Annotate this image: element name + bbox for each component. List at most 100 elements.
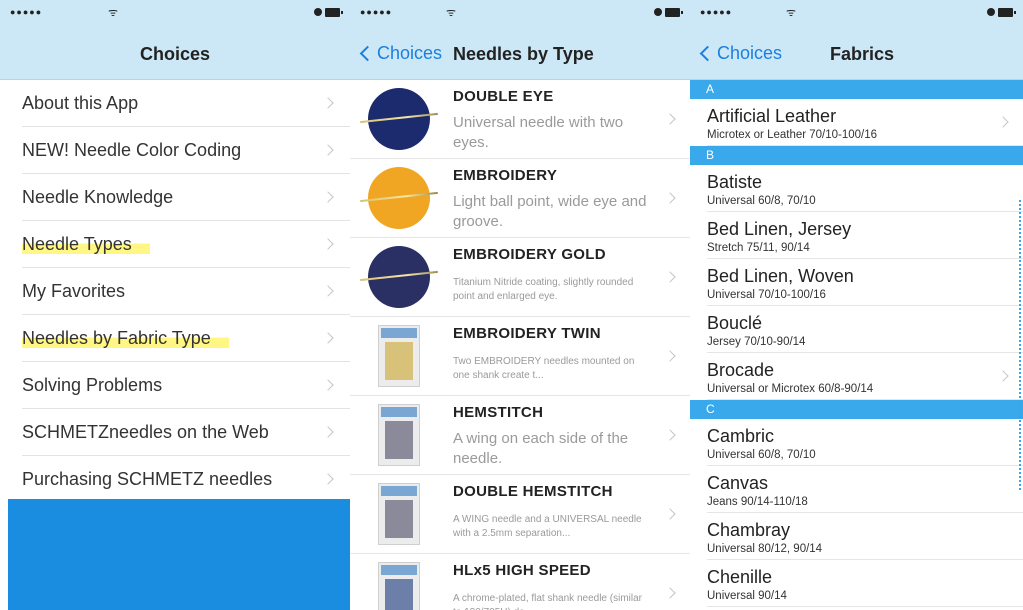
page-title: Needles by Type (453, 44, 594, 64)
pack-body (385, 342, 413, 380)
menu-item-needle-knowledge[interactable]: Needle Knowledge (22, 174, 350, 221)
fabric-name: Batiste (707, 172, 763, 192)
menu-item-label: NEW! Needle Color Coding (22, 139, 242, 160)
chevron-right-icon (997, 116, 1009, 128)
fabric-row-bed-linen-jersey[interactable]: Bed Linen, Jersey Stretch 75/11, 90/14 (707, 212, 1023, 259)
menu-item-label: SCHMETZneedles on the Web (22, 421, 269, 442)
needle-description: Two EMBROIDERY needles mounted on one sh… (453, 356, 635, 381)
needle-row[interactable]: DOUBLE HEMSTITCH A WING needle and a UNIV… (350, 475, 690, 554)
needle-row[interactable]: EMBROIDERY TWIN Two EMBROIDERY needles mo… (350, 317, 690, 396)
needle-description: A WING needle and a UNIVERSAL needle wit… (453, 514, 642, 539)
needle-row[interactable]: EMBROIDERY GOLD Titanium Nitride coating,… (350, 238, 690, 317)
fabric-name: Canvas (707, 473, 769, 493)
wifi-icon: ᯤ (108, 7, 119, 19)
section-header: A (690, 80, 1023, 99)
nav-bar: Choices Needles by Type (350, 25, 690, 80)
menu-item-schmetzneedles-on-the-web[interactable]: SCHMETZneedles on the Web (22, 409, 350, 456)
needle-thumbnail (368, 325, 430, 387)
fabric-row-canvas[interactable]: Canvas Jeans 90/14-110/18 (707, 466, 1023, 513)
fabric-needle-recommendation: Jersey 70/10-90/14 (707, 336, 806, 348)
fabric-row-chambray[interactable]: Chambray Universal 80/12, 90/14 (707, 513, 1023, 560)
fabric-needle-recommendation: Universal 60/8, 70/10 (707, 195, 816, 207)
menu-item-label: About this App (22, 92, 139, 113)
back-button[interactable]: Choices (698, 43, 782, 64)
fabric-row-bed-linen-woven[interactable]: Bed Linen, Woven Universal 70/10-100/16 (707, 259, 1023, 306)
needle-shape (360, 270, 438, 282)
fabric-needle-recommendation: Universal 70/10-100/16 (707, 289, 826, 301)
menu-item-label: Needles by Fabric Type (22, 327, 229, 349)
signal-icon: ●●●●● (700, 7, 733, 17)
page-title: Choices (139, 44, 211, 64)
page-title: Fabrics (830, 44, 895, 64)
needle-row[interactable]: HEMSTITCH A wing on each side of the need… (350, 396, 690, 475)
needle-description: Light ball point, wide eye and groove. (453, 193, 647, 230)
chevron-right-icon (664, 192, 676, 204)
pack-band (381, 407, 417, 417)
needle-title: HLx5 HIGH SPEED (453, 562, 591, 579)
needle-image (360, 167, 438, 229)
needle-title: DOUBLE EYE (453, 88, 554, 105)
menu-item-about-this-app[interactable]: About this App (22, 80, 350, 127)
needle-row[interactable]: HLx5 HIGH SPEED A chrome-plated, flat sha… (350, 554, 690, 610)
battery-icon (987, 8, 1016, 17)
needle-title: HEMSTITCH (453, 404, 544, 421)
needle-image (360, 88, 438, 150)
fabric-row-boucl[interactable]: Bouclé Jersey 70/10-90/14 (707, 306, 1023, 353)
fabric-needle-recommendation: Stretch 75/11, 90/14 (707, 242, 810, 254)
needle-thumbnail (368, 483, 430, 545)
fabric-row-cambric[interactable]: Cambric Universal 60/8, 70/10 (707, 419, 1023, 466)
needle-shape (360, 112, 438, 124)
fabric-name: Bouclé (707, 313, 763, 333)
status-bar: ●●●●● ᯤ (0, 0, 350, 25)
menu-item-solving-problems[interactable]: Solving Problems (22, 362, 350, 409)
needle-shape (360, 191, 438, 203)
chevron-right-icon (322, 332, 334, 344)
needle-row[interactable]: EMBROIDERY Light ball point, wide eye and… (350, 159, 690, 238)
needle-description: A chrome-plated, flat shank needle (simi… (453, 593, 642, 610)
fabric-name: Cambric (707, 426, 775, 446)
menu-item-needles-by-fabric-type[interactable]: Needles by Fabric Type (22, 315, 350, 362)
fabric-row-batiste[interactable]: Batiste Universal 60/8, 70/10 (707, 165, 1023, 212)
chevron-right-icon (664, 271, 676, 283)
section-header: C (690, 400, 1023, 419)
menu-item-label: Needle Types (22, 233, 150, 255)
pack-body (385, 421, 413, 459)
battery-icon (654, 8, 683, 17)
fabric-name: Chambray (707, 520, 791, 540)
menu-item-needle-types[interactable]: Needle Types (22, 221, 350, 268)
needle-description: Universal needle with two eyes. (453, 114, 624, 151)
section-index[interactable] (1019, 200, 1022, 490)
menu-item-purchasing-schmetz-needles[interactable]: Purchasing SCHMETZ needles (22, 456, 350, 503)
pack-band (381, 565, 417, 575)
nav-bar: Choices (0, 25, 350, 80)
pack-band (381, 486, 417, 496)
fabric-row-chenille[interactable]: Chenille Universal 90/14 (707, 560, 1023, 607)
needle-description: Titanium Nitride coating, slightly round… (453, 277, 634, 302)
fabric-name: Chenille (707, 567, 773, 587)
wifi-icon: ᯤ (446, 7, 457, 19)
chevron-right-icon (664, 508, 676, 520)
chevron-right-icon (664, 587, 676, 599)
section-header: B (690, 146, 1023, 165)
menu-item-my-favorites[interactable]: My Favorites (22, 268, 350, 315)
fabrics-screen: ●●●●● ᯤ Choices Fabrics A Artificial Leat… (690, 0, 1023, 610)
needle-pack-image (378, 483, 420, 545)
menu-item-new-needle-color-coding[interactable]: NEW! Needle Color Coding (22, 127, 350, 174)
needle-list: DOUBLE EYE Universal needle with two eyes… (350, 80, 690, 610)
fabric-list: A Artificial Leather Microtex or Leather 7… (690, 80, 1023, 607)
needle-pack-image (378, 562, 420, 610)
needle-row[interactable]: DOUBLE EYE Universal needle with two eyes… (350, 80, 690, 159)
menu-item-label: Purchasing SCHMETZ needles (22, 468, 273, 489)
fabric-row-brocade[interactable]: Brocade Universal or Microtex 60/8-90/14 (707, 353, 1023, 400)
fabric-needle-recommendation: Universal or Microtex 60/8-90/14 (707, 383, 874, 395)
back-button[interactable]: Choices (358, 43, 442, 64)
needle-image (360, 246, 438, 308)
battery-icon (314, 8, 343, 17)
needle-pack-image (378, 325, 420, 387)
choices-list: About this App NEW! Needle Color Coding Ne… (0, 80, 350, 503)
chevron-right-icon (322, 285, 334, 297)
fabric-row-artificial-leather[interactable]: Artificial Leather Microtex or Leather 70… (707, 99, 1023, 146)
back-button-label: Choices (717, 43, 783, 63)
signal-icon: ●●●●● (10, 7, 43, 17)
menu-item-label: Needle Knowledge (22, 186, 174, 207)
